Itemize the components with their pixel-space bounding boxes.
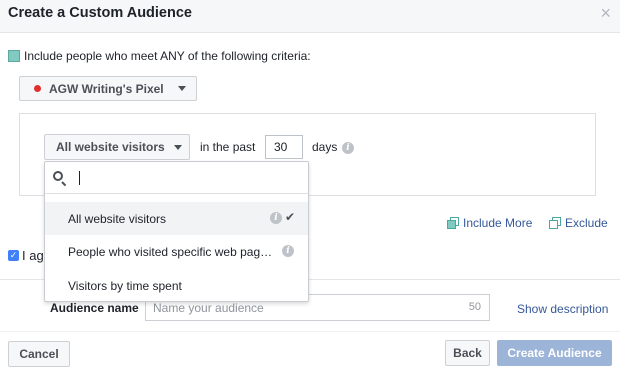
dialog-title: Create a Custom Audience [8,5,192,21]
footer-divider [0,331,620,332]
info-icon[interactable]: i [282,245,294,257]
exclude-link[interactable]: Exclude [549,216,608,230]
create-audience-button[interactable]: Create Audience [497,340,612,366]
menu-item-label: All website visitors [68,211,167,226]
chevron-down-icon [173,144,182,150]
search-icon [53,170,67,186]
include-more-link[interactable]: Include More [447,216,532,230]
close-icon[interactable]: × [600,4,611,22]
in-the-past-label: in the past [200,140,256,154]
check-icon: ✔ [285,210,296,224]
info-icon[interactable]: i [342,142,354,154]
days-label: days [312,140,338,154]
info-icon[interactable]: i [270,212,282,224]
pixel-selector-button[interactable]: AGW Writing's Pixel [19,76,197,101]
audience-name-placeholder: Name your audience [153,301,264,315]
visitors-type-menu: All website visitors i ✔ People who visi… [44,161,309,302]
cancel-button[interactable]: Cancel [8,341,70,367]
pixel-status-dot-icon [34,85,41,92]
include-more-icon [447,217,459,229]
agree-row: ✓ I ag [8,248,44,263]
char-count: 50 [468,301,481,313]
search-cursor [79,170,80,185]
agree-text: I ag [22,248,44,263]
agree-checkbox[interactable]: ✓ [8,250,19,261]
criteria-text: Include people who meet ANY of the follo… [24,49,311,63]
pixel-selector-label: AGW Writing's Pixel [49,81,164,96]
criteria-row: Include people who meet ANY of the follo… [8,48,311,64]
menu-item-specific-web-pages[interactable]: People who visited specific web pag… i [45,235,308,268]
show-description-link[interactable]: Show description [517,302,608,316]
include-more-label: Include More [463,216,533,230]
exclude-label: Exclude [565,216,608,230]
dialog-header: Create a Custom Audience × [0,0,620,33]
visitors-type-label: All website visitors [56,140,165,154]
menu-item-label: People who visited specific web pag… [68,244,273,259]
menu-search[interactable] [45,162,308,194]
menu-item-time-spent[interactable]: Visitors by time spent [45,269,308,302]
visitors-type-dropdown[interactable]: All website visitors [44,134,190,160]
chevron-down-icon [177,86,186,91]
exclude-icon [549,217,561,229]
audience-name-label: Audience name [50,301,139,315]
days-input[interactable]: 30 [265,135,303,159]
include-criteria-icon [8,50,20,62]
back-button[interactable]: Back [445,340,490,366]
menu-item-all-website-visitors[interactable]: All website visitors i ✔ [45,202,308,235]
menu-item-label: Visitors by time spent [68,278,182,293]
